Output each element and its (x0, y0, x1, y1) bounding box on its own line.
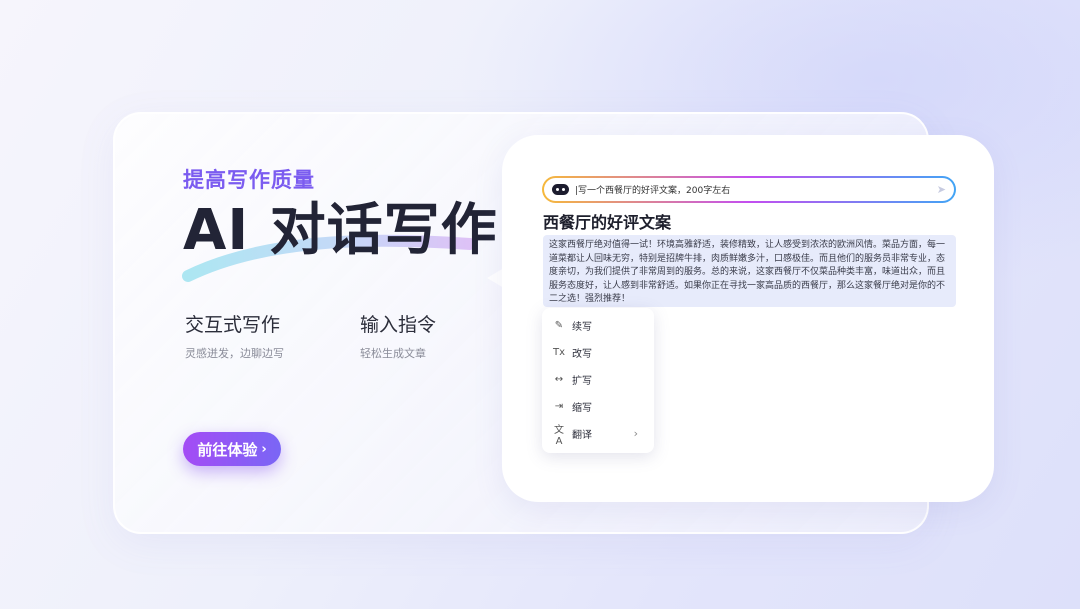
rewrite-icon: Tx (552, 347, 566, 358)
chevron-right-icon: › (633, 427, 638, 440)
ai-action-menu: ✎ 续写 Tx 改写 ↔ 扩写 ⇥ 缩写 文A 翻译 › (542, 308, 654, 453)
try-now-button[interactable]: 前往体验 › (183, 432, 281, 466)
menu-item-translate[interactable]: 文A 翻译 › (542, 420, 654, 447)
expand-icon: ↔ (554, 374, 564, 385)
shrink-icon: ⇥ (554, 401, 564, 412)
menu-item-label: 扩写 (572, 376, 592, 387)
hero-subtitle: 提高写作质量 (183, 168, 315, 192)
feature-input-command: 输入指令 轻松生成文章 (360, 310, 436, 361)
ai-bot-icon (552, 184, 569, 195)
feature-subtitle: 轻松生成文章 (360, 347, 426, 360)
chevron-right-icon: › (261, 441, 267, 457)
menu-item-rewrite[interactable]: Tx 改写 (542, 339, 654, 366)
menu-item-expand[interactable]: ↔ 扩写 (542, 366, 654, 393)
translate-icon: 文A (554, 424, 564, 447)
menu-item-shrink[interactable]: ⇥ 缩写 (542, 393, 654, 420)
feature-title: 输入指令 (360, 314, 437, 336)
prompt-input[interactable]: |写一个西餐厅的好评文案，200字左右 ➤ (542, 176, 956, 203)
menu-item-label: 缩写 (572, 403, 592, 414)
menu-item-label: 续写 (572, 322, 592, 333)
feature-title: 交互式写作 (185, 314, 281, 336)
feature-subtitle: 灵感迸发，边聊边写 (185, 347, 284, 360)
prompt-text[interactable]: |写一个西餐厅的好评文案，200字左右 (575, 183, 931, 196)
feature-interactive-writing: 交互式写作 灵感迸发，边聊边写 (185, 310, 284, 361)
menu-item-label: 翻译 (572, 430, 592, 441)
hero-title: AI 对话写作 (183, 198, 498, 263)
try-now-label: 前往体验 (197, 440, 258, 459)
send-icon[interactable]: ➤ (937, 183, 946, 196)
document-title: 西餐厅的好评文案 (543, 213, 672, 232)
menu-item-label: 改写 (572, 349, 592, 360)
menu-item-continue[interactable]: ✎ 续写 (542, 312, 654, 339)
document-body-selected[interactable]: 这家西餐厅绝对值得一试！环境高雅舒适，装修精致，让人感受到浓浓的欧洲风情。菜品方… (543, 235, 956, 307)
continue-write-icon: ✎ (554, 320, 564, 331)
